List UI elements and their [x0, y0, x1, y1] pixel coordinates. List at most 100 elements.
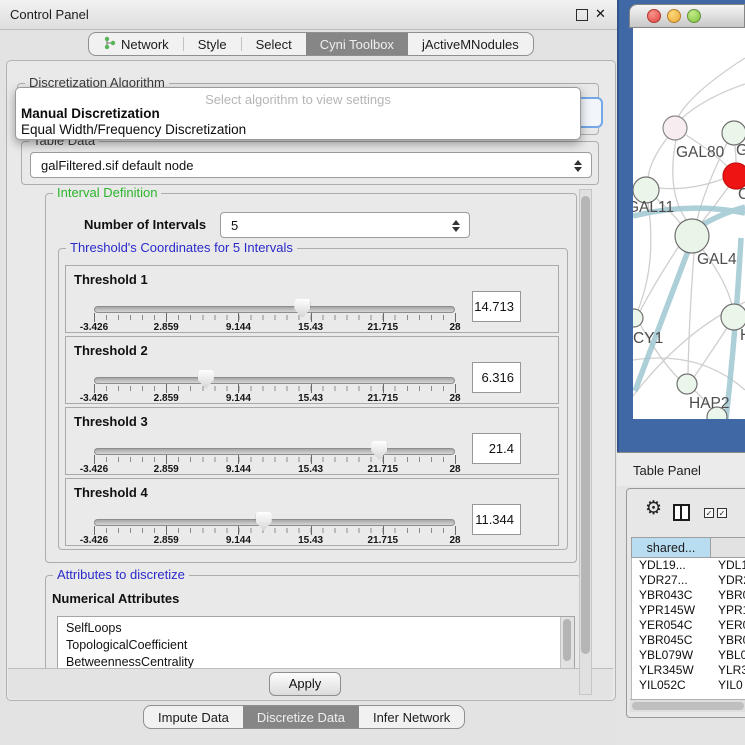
- minimize-traffic-light-icon[interactable]: [667, 9, 681, 23]
- threshold-value-field[interactable]: 6.316: [472, 362, 521, 393]
- network-node-gal4[interactable]: [675, 219, 709, 253]
- tab-label: Discretize Data: [257, 710, 345, 725]
- name-cell: YBR0: [718, 588, 745, 602]
- tab-label: Infer Network: [373, 710, 450, 725]
- threshold-value-field[interactable]: 21.4: [472, 433, 521, 464]
- checked-box-icon[interactable]: ✓: [717, 508, 727, 518]
- table-row[interactable]: YLR345WYLR3: [632, 663, 745, 678]
- slider-track[interactable]: [94, 448, 455, 455]
- tab-style[interactable]: Style: [184, 33, 241, 55]
- split-columns-icon[interactable]: [673, 504, 690, 521]
- gear-icon[interactable]: ⚙: [645, 497, 662, 520]
- slider-track[interactable]: [94, 377, 455, 384]
- zoom-traffic-light-icon[interactable]: [687, 9, 701, 23]
- slider-tick-label: 2.859: [154, 393, 179, 404]
- interval-definition-title: Interval Definition: [53, 185, 161, 200]
- slider-major-tick: [238, 455, 239, 464]
- tab-discretize-data[interactable]: Discretize Data: [243, 706, 359, 728]
- interval-definition-group: Interval Definition Number of Intervals …: [45, 193, 577, 563]
- algorithm-dropdown-popup: Select algorithm to view settings Manual…: [15, 87, 581, 140]
- node-label: GAL11: [633, 199, 674, 216]
- slider-tick-label: 28: [449, 322, 460, 333]
- column-header-shared-name[interactable]: shared...: [631, 537, 711, 558]
- slider-major-tick: [455, 313, 456, 322]
- popup-item-manual-discretization[interactable]: Manual Discretization: [21, 106, 160, 121]
- popup-item-equal-width-frequency[interactable]: Equal Width/Frequency Discretization: [21, 122, 246, 137]
- slider-major-tick: [238, 384, 239, 393]
- tab-label: Impute Data: [158, 710, 229, 725]
- tab-impute-data[interactable]: Impute Data: [144, 706, 243, 728]
- name-cell: YIL0: [718, 678, 743, 692]
- number-of-intervals-value: 5: [231, 218, 238, 233]
- table-row[interactable]: YIL052C YIL0: [632, 678, 745, 693]
- panel-scrollbar[interactable]: [579, 189, 592, 695]
- slider-track[interactable]: [94, 519, 455, 526]
- slider-tick-label: 21.715: [368, 535, 399, 546]
- attributes-scrollbar[interactable]: [560, 617, 574, 673]
- node-label: C: [738, 186, 745, 203]
- column-header-name[interactable]: name: [710, 537, 745, 558]
- table-row[interactable]: YDR27...YDR2: [632, 573, 745, 588]
- shared-name-cell: YBR045C: [639, 633, 692, 647]
- slider-track[interactable]: [94, 306, 455, 313]
- slider-major-tick: [455, 384, 456, 393]
- table-row[interactable]: YBL079WYBL0: [632, 648, 745, 663]
- table-rows[interactable]: YDL19...YDL1YDR27...YDR2YBR043CYBR0YPR14…: [631, 558, 745, 699]
- tab-cyni-toolbox[interactable]: Cyni Toolbox: [306, 33, 408, 55]
- tab-jactivemnodules[interactable]: jActiveMNodules: [408, 33, 533, 55]
- tab-label: Style: [198, 37, 227, 52]
- table-row[interactable]: YDL19...YDL1: [632, 558, 745, 573]
- close-traffic-light-icon[interactable]: [647, 9, 661, 23]
- table-row[interactable]: YPR145WYPR1: [632, 603, 745, 618]
- tab-select[interactable]: Select: [242, 33, 306, 55]
- slider-tick-label: 9.144: [226, 464, 251, 475]
- slider-major-tick: [94, 313, 95, 322]
- popup-hint: Select algorithm to view settings: [16, 92, 580, 107]
- top-tab-bar: Network Style SelectCyni Toolbox jActiveMNo…: [88, 32, 534, 56]
- checked-box-icon[interactable]: ✓: [704, 508, 714, 518]
- slider-tick-label: 15.43: [298, 393, 323, 404]
- table-row[interactable]: YER054CYER0: [632, 618, 745, 633]
- tab-network[interactable]: Network: [89, 33, 183, 55]
- slider-major-tick: [166, 313, 167, 322]
- network-node-gcy1[interactable]: [633, 309, 643, 327]
- network-canvas[interactable]: GAL80GACGAL11GAL4GCY1HHAP2: [633, 28, 745, 419]
- table-row[interactable]: YBR043CYBR0: [632, 588, 745, 603]
- threshold-label: Threshold 3: [74, 414, 148, 429]
- slider-tick-label: 21.715: [368, 322, 399, 333]
- network-node-hap2[interactable]: [677, 374, 697, 394]
- numerical-attributes-list[interactable]: SelfLoopsTopologicalCoefficientBetweenne…: [57, 616, 575, 674]
- shared-name-cell: YER054C: [639, 618, 692, 632]
- table-row[interactable]: YBR045CYBR0: [632, 633, 745, 648]
- float-window-icon[interactable]: [576, 9, 588, 21]
- close-icon[interactable]: ✕: [595, 6, 606, 22]
- table-horizontal-scrollbar[interactable]: [630, 699, 745, 712]
- slider-major-tick: [238, 526, 239, 535]
- slider-tick-label: 9.144: [226, 535, 251, 546]
- slider-minor-ticks: [94, 315, 456, 320]
- threshold-value-field[interactable]: 14.713: [472, 291, 521, 322]
- network-node-gal80[interactable]: [663, 116, 687, 140]
- slider-tick-label: 9.144: [226, 393, 251, 404]
- attributes-group: Attributes to discretize Numerical Attri…: [45, 575, 581, 671]
- shared-name-cell: YBL079W: [639, 648, 693, 662]
- threshold-row: Threshold 3-3.4262.8599.14415.4321.71528…: [65, 407, 559, 475]
- slider-major-tick: [383, 526, 384, 535]
- thresholds-group-title: Threshold's Coordinates for 5 Intervals: [66, 240, 297, 255]
- slider-tick-label: 28: [449, 535, 460, 546]
- slider-tick-label: 21.715: [368, 464, 399, 475]
- list-item[interactable]: SelfLoops: [58, 620, 574, 637]
- slider-tick-label: -3.426: [80, 322, 108, 333]
- shared-name-cell: YIL052C: [639, 678, 686, 692]
- tab-infer-network[interactable]: Infer Network: [359, 706, 464, 728]
- table-data-combo[interactable]: galFiltered.sif default node: [30, 152, 592, 178]
- node-label: GCY1: [633, 330, 663, 347]
- slider-major-tick: [383, 455, 384, 464]
- node-label: HAP2: [689, 395, 730, 412]
- tab-label: jActiveMNodules: [422, 37, 519, 52]
- threshold-value-field[interactable]: 11.344: [472, 504, 521, 535]
- list-item[interactable]: TopologicalCoefficient: [58, 637, 574, 654]
- number-of-intervals-combo[interactable]: 5: [220, 212, 470, 238]
- slider-major-tick: [94, 526, 95, 535]
- apply-button[interactable]: Apply: [269, 672, 341, 696]
